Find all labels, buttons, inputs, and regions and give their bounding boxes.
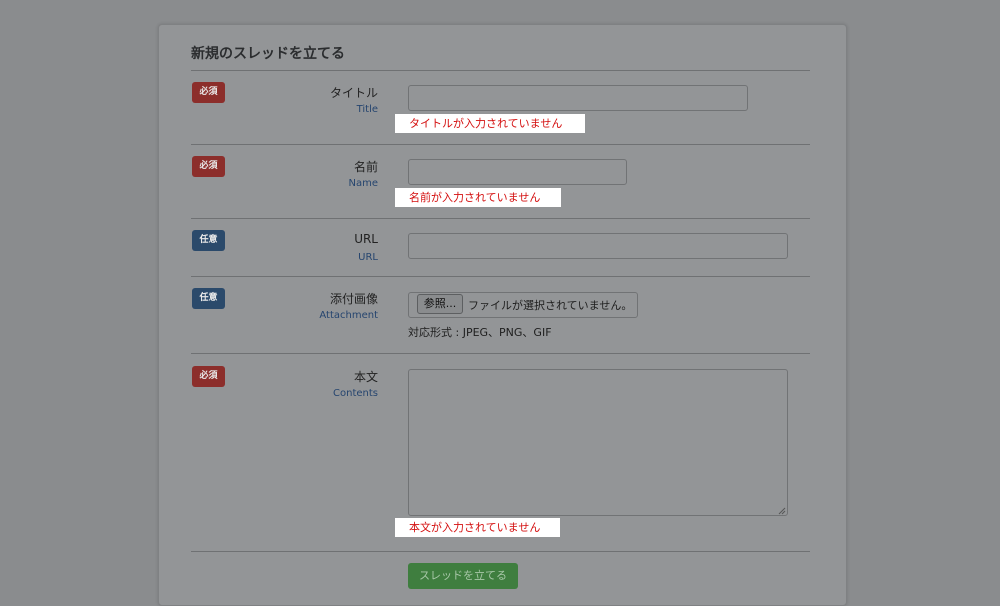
supported-formats: 対応形式 : JPEG、PNG、GIF [408, 326, 552, 339]
title-label-en: Title [356, 104, 378, 115]
title-error: タイトルが入力されていません [395, 114, 585, 133]
resize-handle-icon[interactable] [778, 507, 786, 515]
file-status: ファイルが選択されていません。 [468, 299, 633, 312]
title-input[interactable] [408, 85, 748, 111]
url-input[interactable] [408, 233, 788, 259]
name-input[interactable] [408, 159, 627, 185]
contents-error: 本文が入力されていません [395, 518, 560, 537]
browse-button[interactable]: 参照... [417, 294, 463, 314]
required-badge: 必須 [192, 82, 225, 103]
divider [191, 276, 810, 277]
divider [191, 144, 810, 145]
optional-badge: 任意 [192, 230, 225, 251]
form-title: 新規のスレッドを立てる [191, 46, 345, 62]
url-label-en: URL [358, 252, 378, 263]
required-badge: 必須 [192, 366, 225, 387]
divider [191, 551, 810, 552]
optional-badge: 任意 [192, 288, 225, 309]
contents-label: 本文 [353, 370, 378, 384]
contents-label-en: Contents [333, 388, 378, 399]
name-label: 名前 [353, 160, 378, 174]
divider [191, 70, 810, 71]
attachment-label-en: Attachment [319, 310, 378, 321]
title-label: タイトル [329, 86, 378, 100]
url-label: URL [354, 232, 378, 246]
name-label-en: Name [348, 178, 378, 189]
divider [191, 353, 810, 354]
contents-textarea[interactable] [408, 369, 788, 516]
divider [191, 218, 810, 219]
name-error: 名前が入力されていません [395, 188, 561, 207]
submit-button[interactable]: スレッドを立てる [408, 563, 518, 589]
attachment-label: 添付画像 [329, 292, 378, 306]
required-badge: 必須 [192, 156, 225, 177]
